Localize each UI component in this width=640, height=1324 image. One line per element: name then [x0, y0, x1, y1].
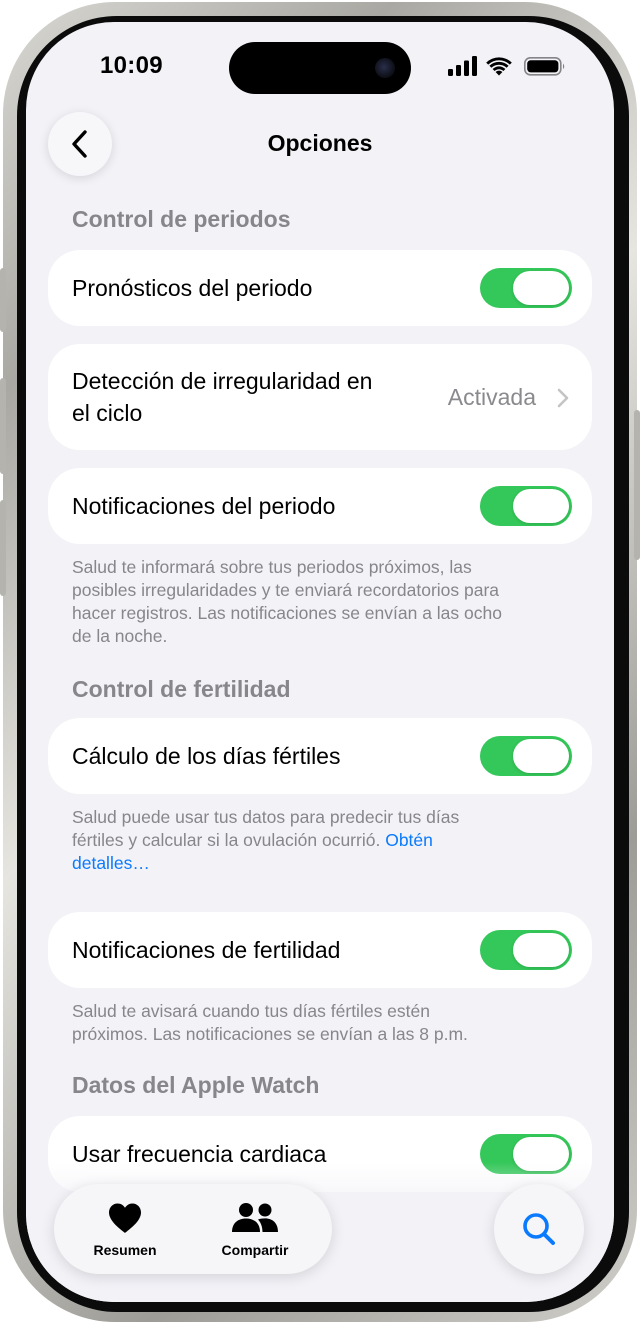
- tab-bar: Resumen Compartir: [54, 1184, 332, 1274]
- people-icon: [190, 1202, 320, 1236]
- footnote-line: hacer registros. Las notificaciones se e…: [72, 603, 502, 623]
- footnote-line: Salud te informará sobre tus periodos pr…: [72, 557, 472, 577]
- learn-more-link-continued[interactable]: detalles…: [72, 852, 582, 875]
- tab-summary[interactable]: Resumen: [60, 1184, 190, 1274]
- footnote-line: próximos. Las notificaciones se envían a…: [72, 1024, 468, 1044]
- search-icon: [523, 1213, 555, 1245]
- camera-icon: [375, 58, 395, 78]
- footnote-text: fértiles y calcular si la ovulación ocur…: [72, 830, 381, 850]
- footnote-line: posibles irregularidades y te enviará re…: [72, 580, 500, 600]
- period-forecasts-row[interactable]: Pronósticos del periodo: [48, 250, 592, 326]
- irregularity-detection-row[interactable]: Detección de irregularidad en el ciclo A…: [48, 344, 592, 450]
- period-footnote: Salud te informará sobre tus periodos pr…: [72, 556, 582, 648]
- chevron-right-icon: [557, 388, 569, 408]
- screen: 10:09 Opciones Control de periodos Pronó…: [26, 22, 614, 1302]
- fertile-days-estimate-row[interactable]: Cálculo de los días fértiles: [48, 718, 592, 794]
- footnote-line: fértiles y calcular si la ovulación ocur…: [72, 829, 582, 852]
- cellular-signal-icon: [448, 56, 477, 76]
- period-notifications-label: Notificaciones del periodo: [72, 493, 336, 519]
- heart-icon: [60, 1202, 190, 1236]
- toggle-knob: [513, 933, 569, 967]
- wifi-icon: [486, 57, 512, 76]
- period-forecasts-toggle[interactable]: [480, 268, 572, 308]
- period-notifications-row[interactable]: Notificaciones del periodo: [48, 468, 592, 544]
- tab-sharing[interactable]: Compartir: [190, 1184, 320, 1274]
- footnote-line: de la noche.: [72, 626, 168, 646]
- dynamic-island: [229, 42, 411, 94]
- section-header-fertility: Control de fertilidad: [72, 676, 291, 702]
- footnote-line: Salud puede usar tus datos para predecir…: [72, 807, 460, 827]
- period-notifications-toggle[interactable]: [480, 486, 572, 526]
- toggle-knob: [513, 271, 569, 305]
- irregularity-label-line2: el ciclo: [72, 400, 143, 426]
- fertility-footnote: Salud puede usar tus datos para predecir…: [72, 806, 582, 875]
- fertility-notifications-label: Notificaciones de fertilidad: [72, 937, 341, 963]
- status-time: 10:09: [100, 52, 163, 79]
- search-button[interactable]: [494, 1184, 584, 1274]
- footnote-line: Salud te avisará cuando tus días fértile…: [72, 1001, 430, 1021]
- irregularity-label-line1: Detección de irregularidad en: [72, 368, 373, 394]
- irregularity-value: Activada: [447, 384, 536, 410]
- fertility-notifications-row[interactable]: Notificaciones de fertilidad: [48, 912, 592, 988]
- fertility-notifications-footnote: Salud te avisará cuando tus días fértile…: [72, 1000, 582, 1046]
- section-header-period: Control de periodos: [72, 206, 291, 232]
- fertile-days-estimate-toggle[interactable]: [480, 736, 572, 776]
- section-header-watch: Datos del Apple Watch: [72, 1072, 320, 1098]
- period-forecasts-label: Pronósticos del periodo: [72, 275, 313, 301]
- fertility-notifications-toggle[interactable]: [480, 930, 572, 970]
- page-title: Opciones: [267, 130, 373, 156]
- tab-summary-label: Resumen: [93, 1242, 157, 1258]
- battery-icon: [524, 57, 565, 76]
- toggle-knob: [513, 489, 569, 523]
- status-icons: [448, 54, 568, 78]
- fertile-days-estimate-label: Cálculo de los días fértiles: [72, 743, 341, 769]
- tab-sharing-label: Compartir: [221, 1242, 289, 1258]
- learn-more-link[interactable]: Obtén: [385, 830, 433, 850]
- toggle-knob: [513, 739, 569, 773]
